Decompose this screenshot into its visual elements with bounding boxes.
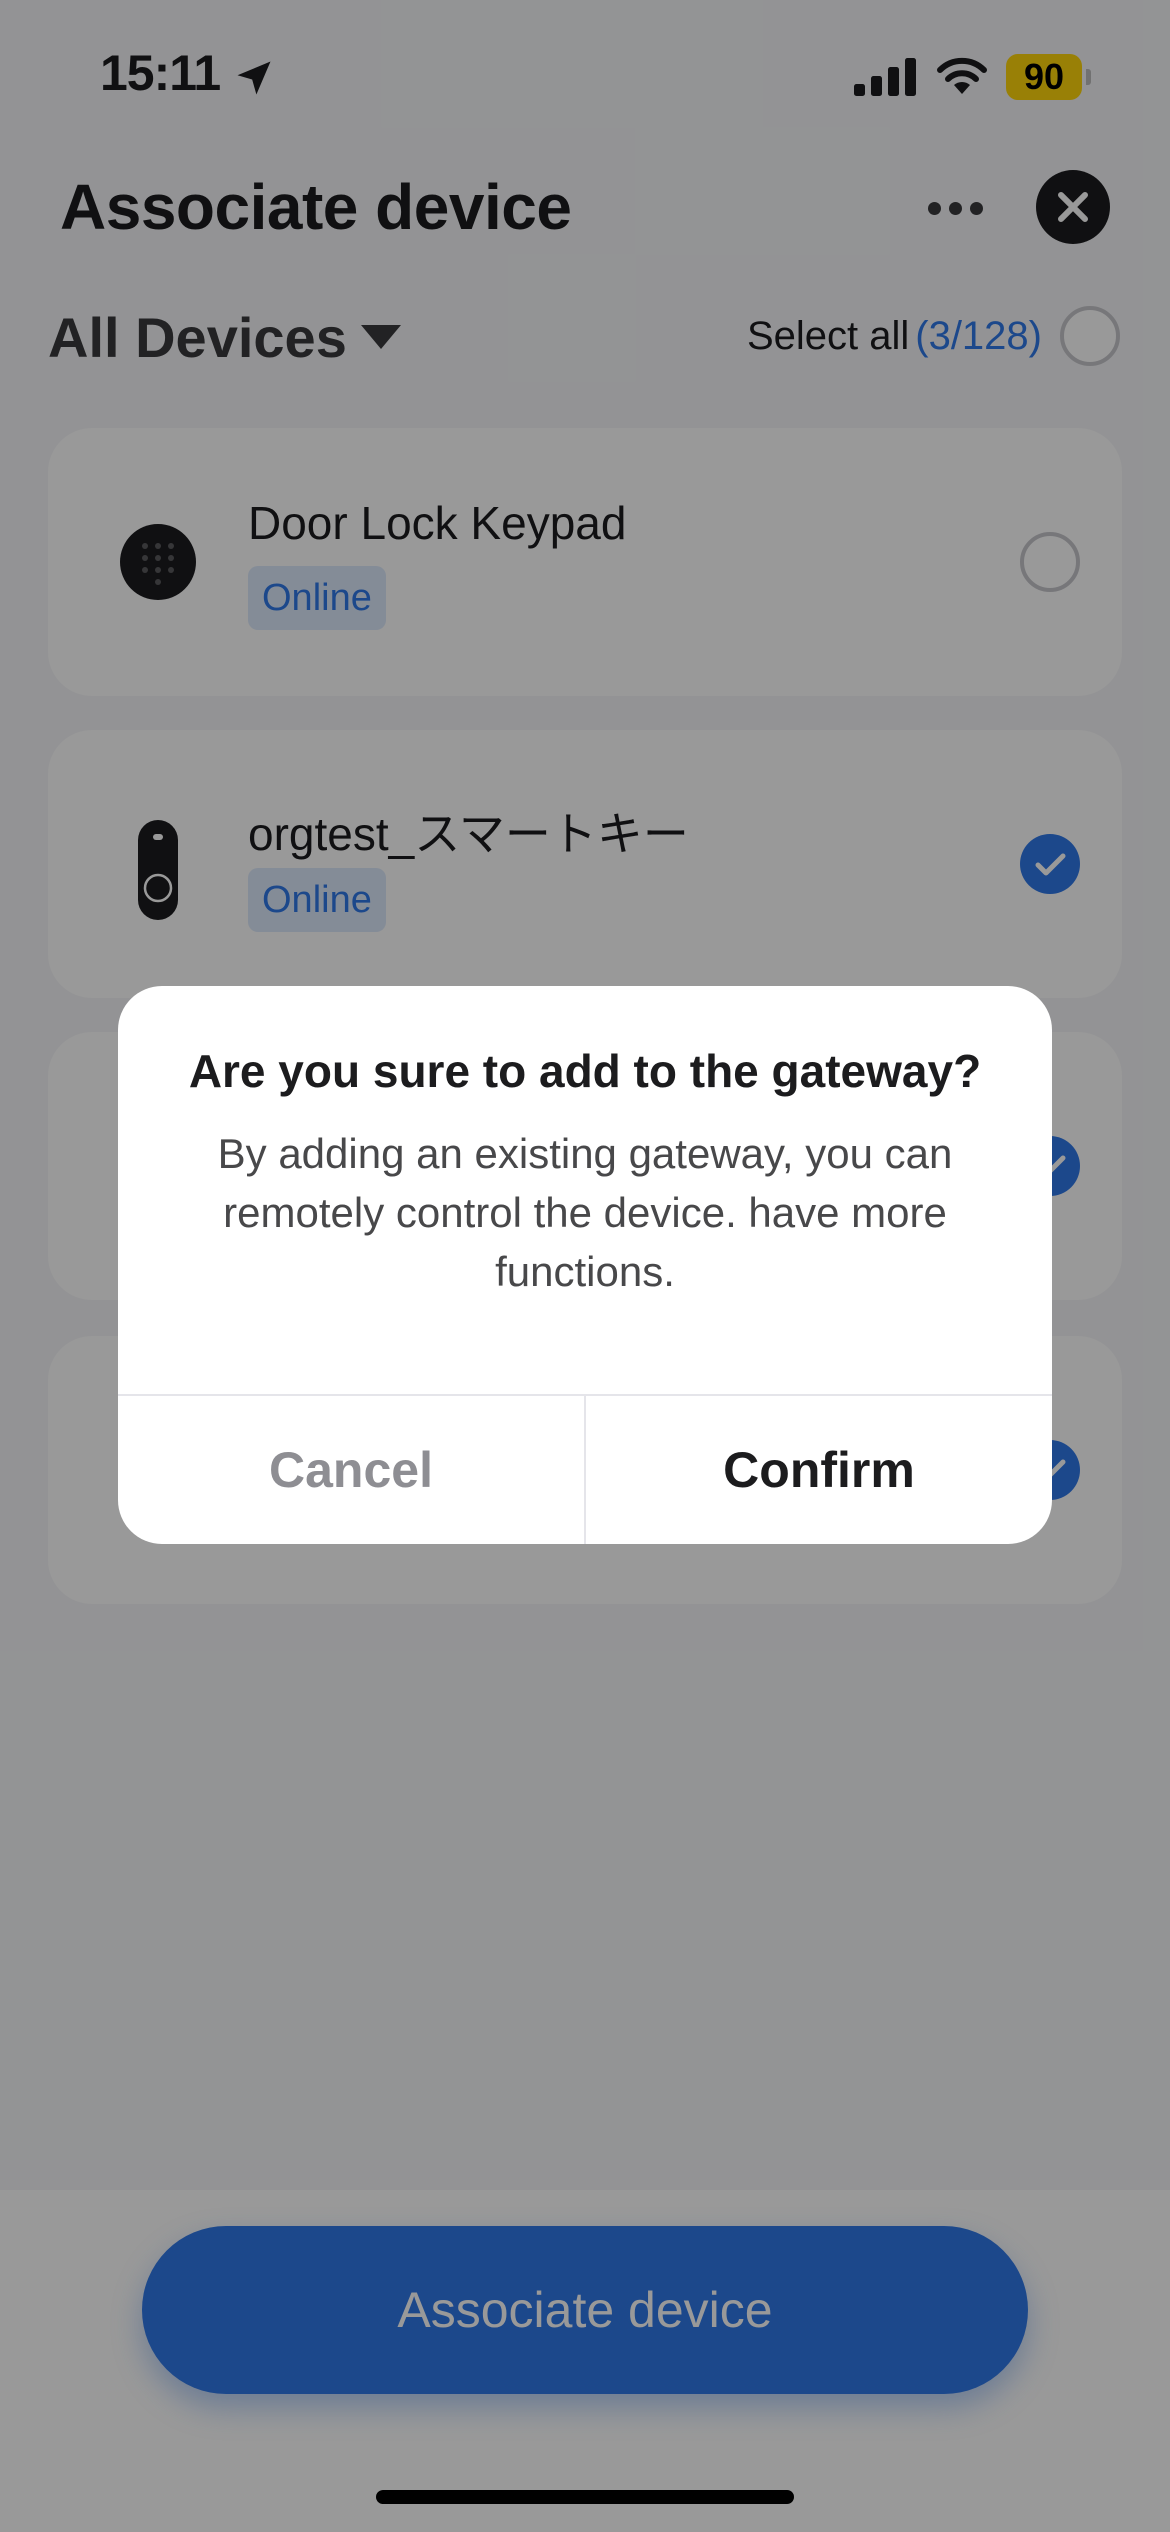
confirm-dialog: Are you sure to add to the gateway? By a… bbox=[118, 986, 1052, 1544]
confirm-button[interactable]: Confirm bbox=[586, 1396, 1052, 1544]
dialog-message: By adding an existing gateway, you can r… bbox=[217, 1130, 953, 1295]
dialog-title: Are you sure to add to the gateway? bbox=[188, 1045, 982, 1097]
cancel-button[interactable]: Cancel bbox=[118, 1396, 584, 1544]
app-screen: 15:11 90 Associate device All Devices Se… bbox=[0, 0, 1170, 2532]
